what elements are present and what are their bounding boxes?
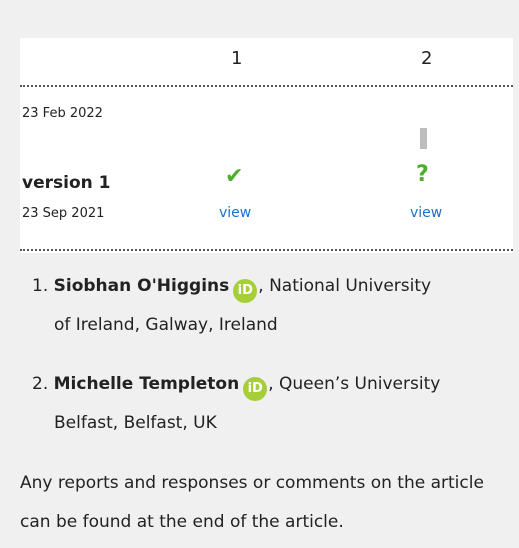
reservations-question-icon: ? bbox=[416, 162, 429, 187]
reviewer-name: Siobhan O'Higgins bbox=[53, 276, 230, 296]
reviewer-affiliation: , National University bbox=[258, 276, 432, 296]
view-report-link-2[interactable]: view bbox=[410, 205, 442, 221]
reviewer-affiliation-cont: Belfast, Belfast, UK bbox=[54, 413, 217, 433]
table-divider-top bbox=[20, 85, 513, 87]
reviewer-column-header-1: 1 bbox=[231, 48, 243, 69]
approved-check-icon: ✔ bbox=[225, 164, 244, 189]
reports-note: Any reports and responses or comments on… bbox=[20, 473, 484, 532]
version-label: version 1 bbox=[22, 173, 111, 193]
reviewer-affiliation-cont: of Ireland, Galway, Ireland bbox=[54, 315, 278, 335]
pending-status-bar bbox=[420, 128, 427, 149]
table-divider-bottom bbox=[20, 249, 513, 251]
latest-date: 23 Feb 2022 bbox=[22, 106, 103, 121]
orcid-icon[interactable]: iD bbox=[243, 377, 268, 401]
reviewer-number: 1. bbox=[32, 276, 49, 296]
orcid-icon[interactable]: iD bbox=[233, 279, 258, 303]
version-date: 23 Sep 2021 bbox=[22, 206, 105, 221]
reviewer-name: Michelle Templeton bbox=[53, 374, 240, 394]
reviewer-item-2: 2. Michelle Templeton iD, Queen’s Univers… bbox=[32, 365, 512, 443]
reviewer-column-header-2: 2 bbox=[421, 48, 433, 69]
reviewer-affiliation: , Queen’s University bbox=[268, 374, 441, 394]
view-report-link-1[interactable]: view bbox=[219, 205, 251, 221]
reviewer-item-1: 1. Siobhan O'Higgins iD, National Univers… bbox=[32, 267, 512, 345]
reviewer-number: 2. bbox=[32, 374, 49, 394]
